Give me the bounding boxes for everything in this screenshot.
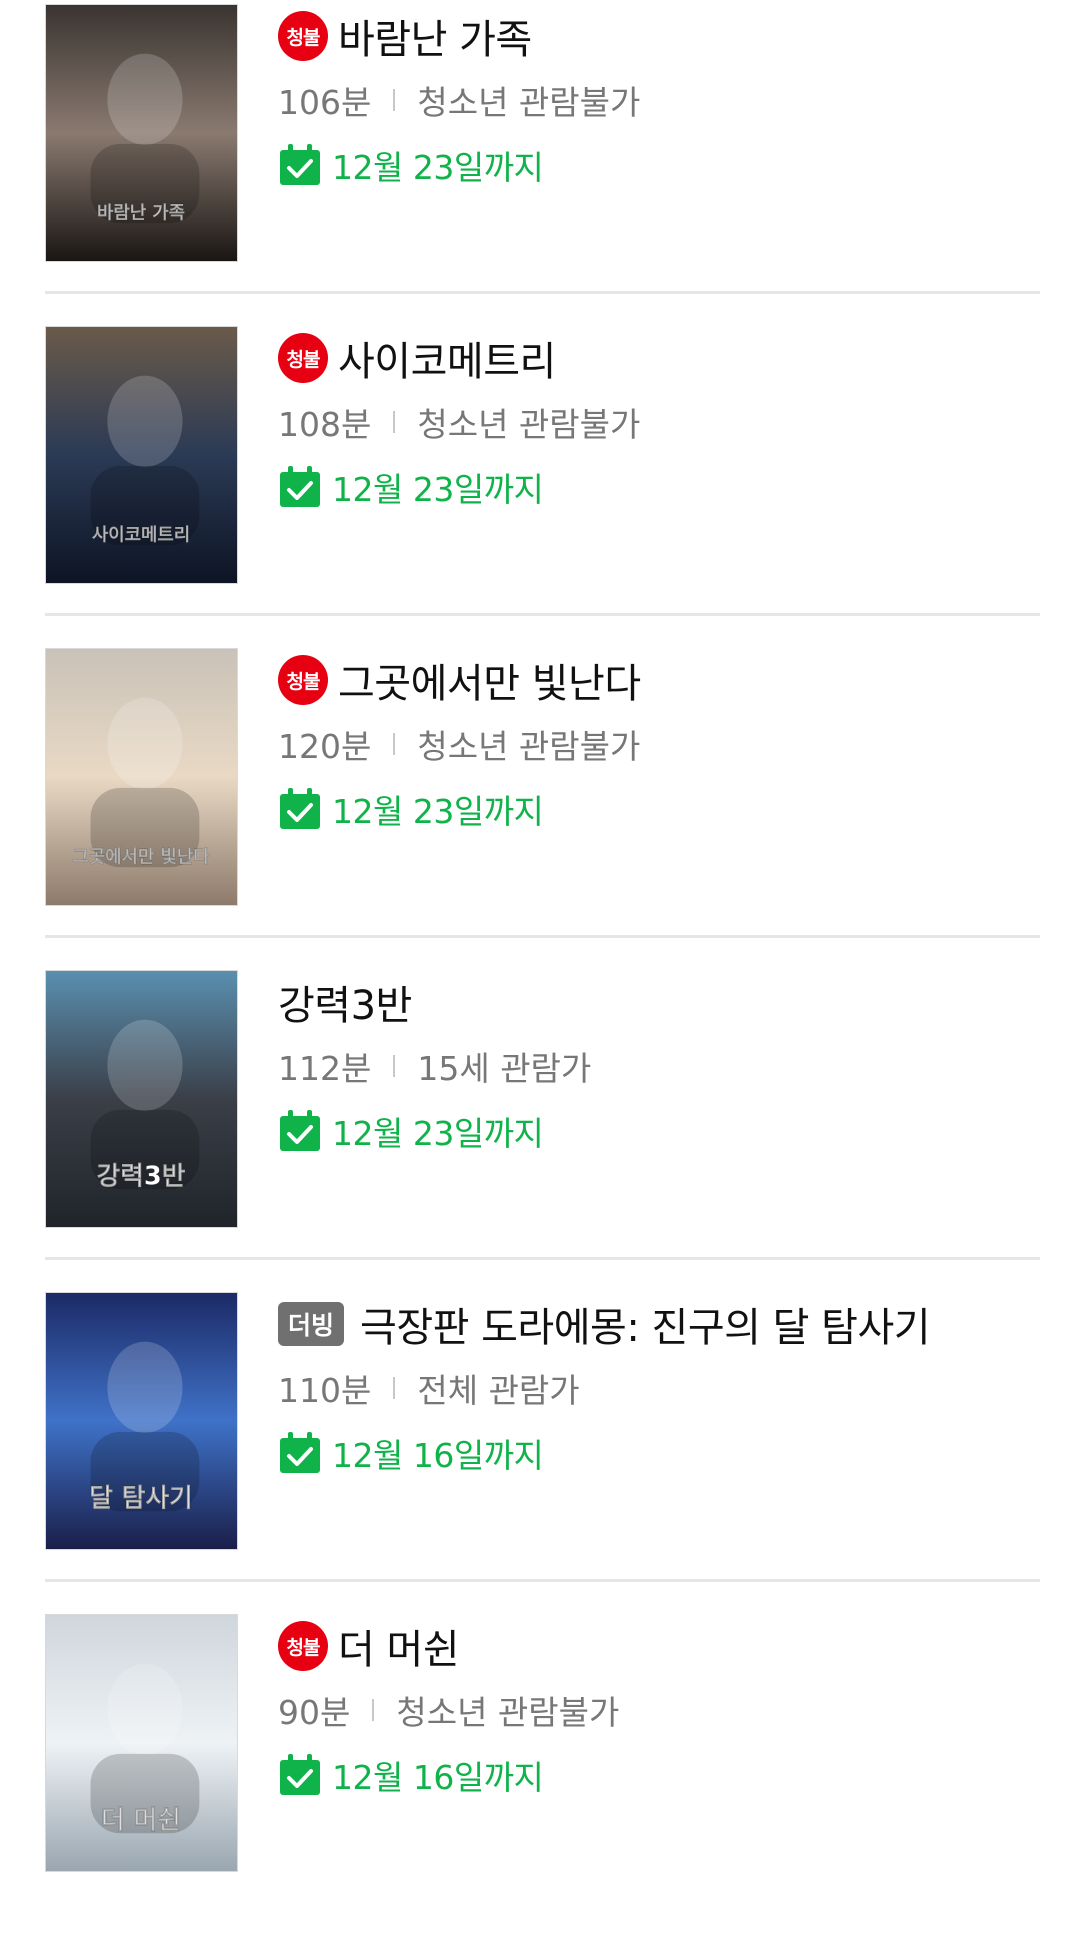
movie-title[interactable]: 강력3반 bbox=[278, 973, 412, 1031]
movie-title[interactable]: 바람난 가족 bbox=[338, 7, 532, 65]
screening-until: 12월 16일까지 bbox=[278, 1430, 544, 1476]
list-divider bbox=[45, 291, 1040, 294]
meta-separator bbox=[393, 1377, 396, 1399]
movie-list-item[interactable]: 바람난 가족 청불 바람난 가족 106분 청소년 관람불가 12월 23일까지 bbox=[45, 4, 1045, 326]
movie-title[interactable]: 극장판 도라에몽: 진구의 달 탐사기 bbox=[360, 1295, 931, 1353]
movie-meta: 112분 15세 관람가 bbox=[278, 1044, 591, 1088]
movie-age-rating: 청소년 관람불가 bbox=[417, 83, 641, 122]
calendar-check-icon bbox=[278, 787, 322, 831]
movie-runtime: 106분 bbox=[278, 83, 372, 122]
movie-meta: 108분 청소년 관람불가 bbox=[278, 400, 640, 444]
age-restricted-badge: 청불 bbox=[278, 655, 328, 705]
movie-title-row[interactable]: 청불 바람난 가족 bbox=[278, 7, 532, 65]
movie-age-rating: 15세 관람가 bbox=[417, 1049, 592, 1088]
meta-separator bbox=[393, 733, 396, 755]
age-restricted-badge: 청불 bbox=[278, 11, 328, 61]
movie-title-row[interactable]: 더빙 극장판 도라에몽: 진구의 달 탐사기 bbox=[278, 1295, 931, 1353]
movie-poster-image[interactable]: 바람난 가족 bbox=[45, 4, 238, 262]
movie-title-row[interactable]: 청불 사이코메트리 bbox=[278, 329, 556, 387]
movie-list-item[interactable]: 더 머쉰 청불 더 머쉰 90분 청소년 관람불가 12월 16일까지 bbox=[45, 1614, 1045, 1936]
screening-until: 12월 16일까지 bbox=[278, 1752, 544, 1798]
movie-poster-image[interactable]: 사이코메트리 bbox=[45, 326, 238, 584]
screening-end-date: 12월 23일까지 bbox=[332, 792, 544, 831]
screening-end-date: 12월 23일까지 bbox=[332, 148, 544, 187]
movie-poster-image[interactable]: 달 탐사기 bbox=[45, 1292, 238, 1550]
calendar-check-icon bbox=[278, 1109, 322, 1153]
meta-separator bbox=[393, 411, 396, 433]
movie-title-row[interactable]: 청불 그곳에서만 빛난다 bbox=[278, 651, 641, 709]
calendar-check-icon bbox=[278, 143, 322, 187]
movie-title-row[interactable]: 강력3반 bbox=[278, 973, 412, 1031]
poster-title-text: 더 머쉰 bbox=[101, 1805, 181, 1835]
screening-end-date: 12월 23일까지 bbox=[332, 470, 544, 509]
list-divider bbox=[45, 613, 1040, 616]
meta-separator bbox=[393, 89, 396, 111]
movie-poster-image[interactable]: 더 머쉰 bbox=[45, 1614, 238, 1872]
poster-title-text: 바람난 가족 bbox=[97, 202, 185, 223]
screening-until: 12월 23일까지 bbox=[278, 1108, 544, 1154]
movie-age-rating: 전체 관람가 bbox=[417, 1371, 580, 1410]
movie-meta: 110분 전체 관람가 bbox=[278, 1366, 580, 1410]
poster-title-text: 사이코메트리 bbox=[92, 524, 190, 545]
poster-title-text: 강력3반 bbox=[97, 1161, 186, 1191]
movie-runtime: 120분 bbox=[278, 727, 372, 766]
movie-list-item[interactable]: 달 탐사기 더빙 극장판 도라에몽: 진구의 달 탐사기 110분 전체 관람가 12월 … bbox=[45, 1292, 1045, 1614]
movie-runtime: 112분 bbox=[278, 1049, 372, 1088]
age-restricted-badge: 청불 bbox=[278, 1621, 328, 1671]
movie-meta: 90분 청소년 관람불가 bbox=[278, 1688, 619, 1732]
movie-poster-image[interactable]: 그곳에서만 빛난다 bbox=[45, 648, 238, 906]
movie-runtime: 110분 bbox=[278, 1371, 372, 1410]
poster-title-text: 달 탐사기 bbox=[89, 1483, 193, 1513]
movie-age-rating: 청소년 관람불가 bbox=[417, 727, 641, 766]
movie-title[interactable]: 더 머쉰 bbox=[338, 1617, 460, 1675]
movie-age-rating: 청소년 관람불가 bbox=[396, 1693, 620, 1732]
screening-end-date: 12월 23일까지 bbox=[332, 1114, 544, 1153]
screening-until: 12월 23일까지 bbox=[278, 142, 544, 188]
poster-title-text: 그곳에서만 빛난다 bbox=[72, 846, 210, 867]
calendar-check-icon bbox=[278, 465, 322, 509]
dubbed-badge: 더빙 bbox=[278, 1302, 345, 1346]
movie-title-row[interactable]: 청불 더 머쉰 bbox=[278, 1617, 460, 1675]
meta-separator bbox=[372, 1699, 375, 1721]
calendar-check-icon bbox=[278, 1753, 322, 1797]
screening-until: 12월 23일까지 bbox=[278, 464, 544, 510]
movie-list-item[interactable]: 강력3반 강력3반 112분 15세 관람가 12월 23일까지 bbox=[45, 970, 1045, 1292]
list-divider bbox=[45, 1579, 1040, 1582]
calendar-check-icon bbox=[278, 1431, 322, 1475]
age-restricted-badge: 청불 bbox=[278, 333, 328, 383]
screening-end-date: 12월 16일까지 bbox=[332, 1436, 544, 1475]
movie-title[interactable]: 그곳에서만 빛난다 bbox=[338, 651, 641, 709]
screening-until: 12월 23일까지 bbox=[278, 786, 544, 832]
movie-meta: 106분 청소년 관람불가 bbox=[278, 78, 640, 122]
list-divider bbox=[45, 1257, 1040, 1260]
movie-list-item[interactable]: 사이코메트리 청불 사이코메트리 108분 청소년 관람불가 12월 23일까지 bbox=[45, 326, 1045, 648]
list-divider bbox=[45, 935, 1040, 938]
screening-end-date: 12월 16일까지 bbox=[332, 1758, 544, 1797]
movie-list-item[interactable]: 그곳에서만 빛난다 청불 그곳에서만 빛난다 120분 청소년 관람불가 12월 23일까… bbox=[45, 648, 1045, 970]
movie-title[interactable]: 사이코메트리 bbox=[338, 329, 556, 387]
movie-runtime: 90분 bbox=[278, 1693, 351, 1732]
movie-meta: 120분 청소년 관람불가 bbox=[278, 722, 640, 766]
movie-poster-image[interactable]: 강력3반 bbox=[45, 970, 238, 1228]
meta-separator bbox=[393, 1055, 396, 1077]
movie-runtime: 108분 bbox=[278, 405, 372, 444]
movie-age-rating: 청소년 관람불가 bbox=[417, 405, 641, 444]
